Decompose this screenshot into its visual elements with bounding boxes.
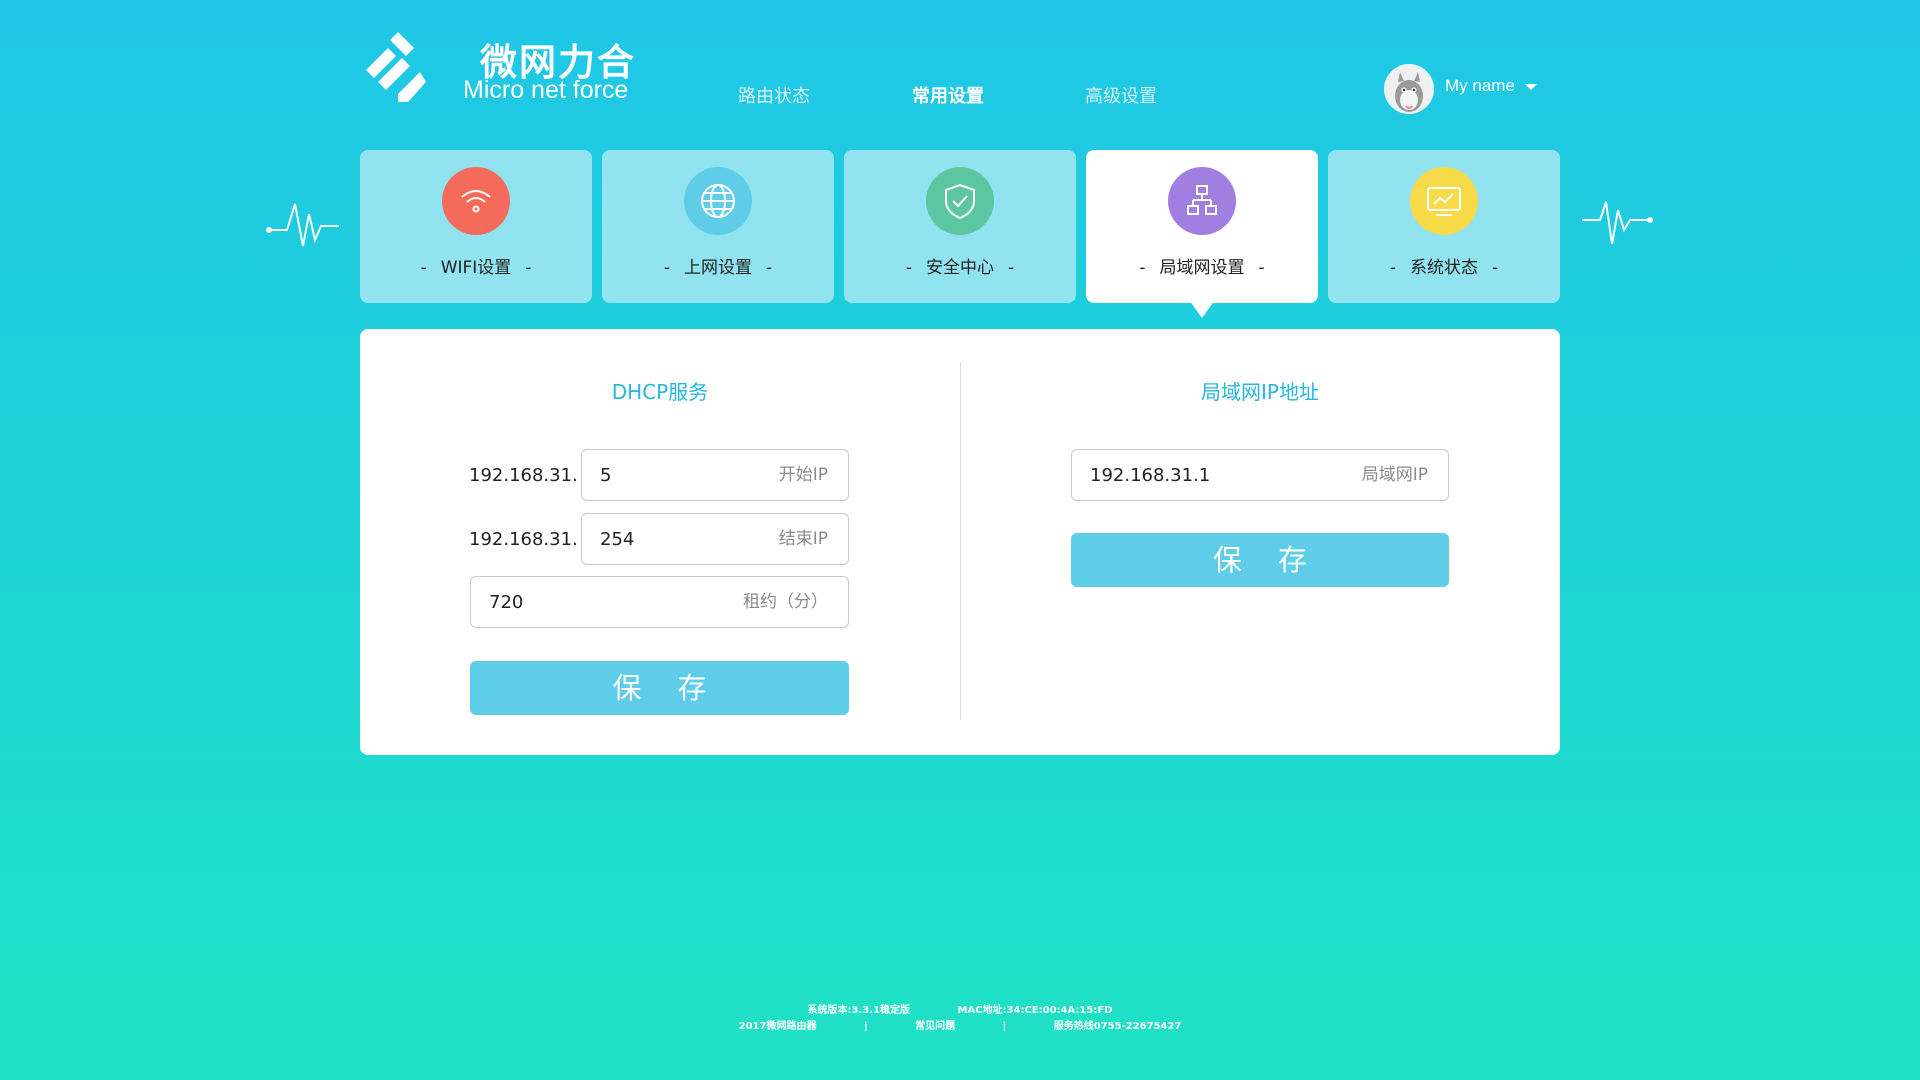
nav-common-settings[interactable]: 常用设置: [912, 82, 984, 108]
tile-lan-circle: [1168, 167, 1236, 235]
avatar[interactable]: [1384, 64, 1434, 114]
tile-internet-label: 上网设置: [684, 258, 752, 278]
dhcp-start-ip-field[interactable]: 开始IP: [581, 449, 849, 501]
tile-wifi-circle: [442, 167, 510, 235]
footer-version: 系统版本:3.3.1稳定版: [807, 1005, 911, 1016]
wifi-icon: [461, 190, 491, 213]
footer-hotline: 服务热线0755-22675427: [1053, 1021, 1182, 1032]
globe-icon: [701, 184, 735, 218]
logo-icon: [366, 32, 426, 102]
dash: -: [905, 258, 912, 278]
nav-advanced-settings[interactable]: 高级设置: [1085, 82, 1157, 108]
dash: -: [1389, 258, 1396, 278]
tile-internet-circle: [684, 167, 752, 235]
panel-divider: [960, 362, 961, 720]
dhcp-end-ip-field[interactable]: 结束IP: [581, 513, 849, 565]
nav-router-status[interactable]: 路由状态: [738, 82, 810, 108]
dash: -: [1258, 258, 1265, 278]
dash: -: [766, 258, 773, 278]
dhcp-lease-hint: 租约（分）: [743, 592, 828, 612]
footer-mac: MAC地址:34:CE:00:4A:15:FD: [957, 1005, 1113, 1016]
dhcp-start-ip-input[interactable]: [600, 450, 760, 500]
tile-system-status[interactable]: - 系统状态 -: [1328, 150, 1560, 303]
footer-faq-link[interactable]: 常见问题: [915, 1021, 955, 1032]
lan-save-button[interactable]: 保存: [1071, 533, 1449, 587]
tile-security-circle: [926, 167, 994, 235]
dhcp-lease-field[interactable]: 租约（分）: [470, 576, 849, 628]
tile-lan-settings[interactable]: - 局域网设置 -: [1086, 150, 1318, 303]
tile-internet-settings[interactable]: - 上网设置 -: [602, 150, 834, 303]
footer-line-1: 系统版本:3.3.1稳定版 MAC地址:34:CE:00:4A:15:FD: [0, 1001, 1920, 1016]
heartbeat-right-icon: [1582, 201, 1653, 245]
lan-settings-panel: DHCP服务 192.168.31. 开始IP 192.168.31. 结束IP…: [360, 329, 1560, 755]
user-menu[interactable]: My name: [1445, 76, 1537, 96]
avatar-totoro-icon: [1395, 72, 1423, 112]
tile-system-circle: [1410, 167, 1478, 235]
brand-name-en: Micro net force: [463, 76, 629, 104]
dash: -: [525, 258, 532, 278]
lan-ip-section-title: 局域网IP地址: [1201, 380, 1319, 404]
ip-prefix-start: 192.168.31.: [469, 465, 578, 486]
tile-system-label: 系统状态: [1410, 258, 1478, 278]
chevron-down-icon: [1524, 83, 1537, 90]
footer-separator: |: [863, 1021, 868, 1032]
tile-security-center[interactable]: - 安全中心 -: [844, 150, 1076, 303]
dash: -: [1139, 258, 1146, 278]
tile-wifi-label: WIFI设置: [440, 258, 512, 278]
dash: -: [663, 258, 670, 278]
dash: -: [420, 258, 427, 278]
dhcp-section-title: DHCP服务: [611, 380, 709, 404]
footer-separator: |: [1002, 1021, 1007, 1032]
dash: -: [1492, 258, 1499, 278]
footer-copyright: 2017微网路由器: [738, 1021, 817, 1032]
footer-line-2: 2017微网路由器 | 常见问题 | 服务热线0755-22675427: [0, 1017, 1920, 1032]
ip-prefix-end: 192.168.31.: [469, 529, 578, 550]
heartbeat-left-icon: [266, 203, 339, 247]
dhcp-end-ip-input[interactable]: [600, 514, 760, 564]
dhcp-save-button[interactable]: 保存: [470, 661, 849, 715]
tile-security-label: 安全中心: [926, 258, 994, 278]
monitor-icon: [1427, 187, 1461, 216]
dhcp-end-ip-hint: 结束IP: [778, 529, 828, 549]
username-label: My name: [1445, 76, 1515, 95]
dhcp-lease-input[interactable]: [489, 577, 716, 627]
tile-lan-label: 局域网设置: [1159, 258, 1245, 278]
lan-ip-input[interactable]: [1090, 450, 1316, 500]
shield-icon: [945, 183, 975, 220]
dash: -: [1008, 258, 1015, 278]
lan-ip-field[interactable]: 局域网IP: [1071, 449, 1449, 501]
tile-wifi-settings[interactable]: - WIFI设置 -: [360, 150, 592, 303]
dhcp-start-ip-hint: 开始IP: [778, 465, 828, 485]
lan-ip-hint: 局域网IP: [1361, 465, 1428, 485]
network-icon: [1187, 185, 1217, 215]
active-tile-pointer: [1189, 300, 1215, 318]
